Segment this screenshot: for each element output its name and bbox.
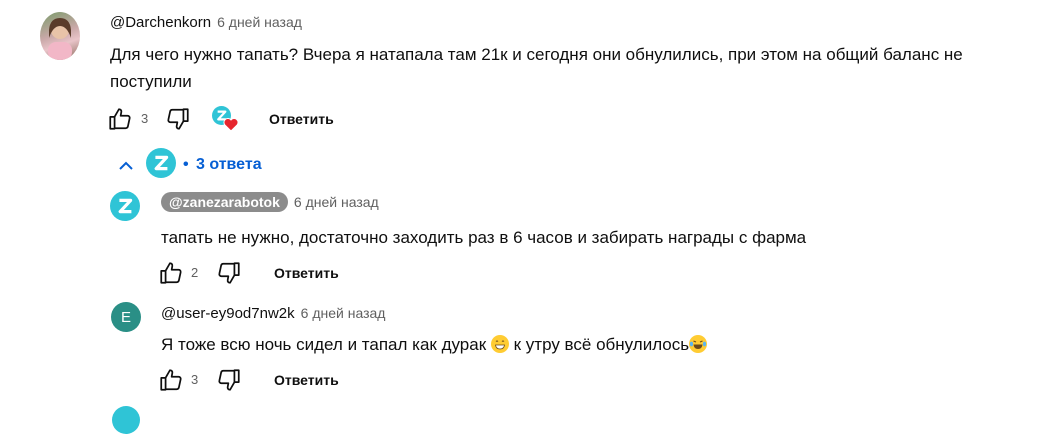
- laughing-tears-emoji-icon: [689, 335, 708, 353]
- like-count: 3: [141, 111, 149, 126]
- reply-dislike-button[interactable]: [215, 259, 243, 287]
- reply-header: @user-ey9od7nw2k 6 дней назад: [161, 305, 385, 323]
- like-button[interactable]: [106, 105, 134, 133]
- reply-dislike-button[interactable]: [215, 366, 243, 394]
- reply-like-button[interactable]: [157, 366, 185, 394]
- reply-author[interactable]: @user-ey9od7nw2k: [161, 305, 295, 322]
- heart-icon: [223, 118, 239, 132]
- z-logo-icon: [118, 198, 133, 214]
- grinning-emoji-icon: [490, 335, 509, 353]
- reply-reply-button[interactable]: Ответить: [274, 265, 339, 281]
- reply-header: @zanezarabotok 6 дней назад: [161, 192, 379, 212]
- reply-author-chip[interactable]: @zanezarabotok: [161, 192, 288, 212]
- thumbs-up-icon: [160, 262, 182, 284]
- reply-avatar-user[interactable]: E: [111, 302, 141, 332]
- dislike-button[interactable]: [164, 105, 192, 133]
- comment-header: @Darchenkorn 6 дней назад: [110, 14, 302, 32]
- chevron-up-icon: [119, 161, 133, 170]
- comment-time[interactable]: 6 дней назад: [217, 14, 302, 30]
- reply-like-button[interactable]: [157, 259, 185, 287]
- thumbs-down-icon: [218, 369, 240, 391]
- replies-dot: •: [183, 156, 189, 173]
- reply-like-count: 2: [191, 265, 199, 280]
- thumbs-up-icon: [160, 369, 182, 391]
- comment-text: Для чего нужно тапать? Вчера я натапала …: [110, 45, 963, 91]
- commenter-avatar[interactable]: [40, 12, 80, 60]
- collapse-replies-button[interactable]: [114, 154, 138, 178]
- reply-time[interactable]: 6 дней назад: [294, 194, 379, 210]
- reply-button[interactable]: Ответить: [269, 111, 334, 127]
- reply-text: Я тоже всю ночь сидел и тапал как дурак …: [161, 331, 708, 358]
- thumbs-up-icon: [109, 108, 131, 130]
- replier-z-avatar: [146, 148, 176, 178]
- reply-time[interactable]: 6 дней назад: [301, 305, 386, 321]
- thumbs-down-icon: [218, 262, 240, 284]
- replies-count-link[interactable]: 3 ответа: [196, 156, 262, 174]
- z-logo-icon: [154, 155, 169, 171]
- avatar-photo-icon: [48, 18, 72, 60]
- reply-avatar-zanezarabotok[interactable]: [110, 191, 140, 221]
- creator-heart-badge: [212, 106, 240, 134]
- avatar-letter: E: [120, 308, 131, 326]
- reply-reply-button[interactable]: Ответить: [274, 372, 339, 388]
- next-reply-avatar: [112, 406, 140, 434]
- thumbs-down-icon: [167, 108, 189, 130]
- comment-author[interactable]: @Darchenkorn: [110, 14, 211, 31]
- reply-like-count: 3: [191, 372, 199, 387]
- reply-text: тапать не нужно, достаточно заходить раз…: [161, 228, 807, 247]
